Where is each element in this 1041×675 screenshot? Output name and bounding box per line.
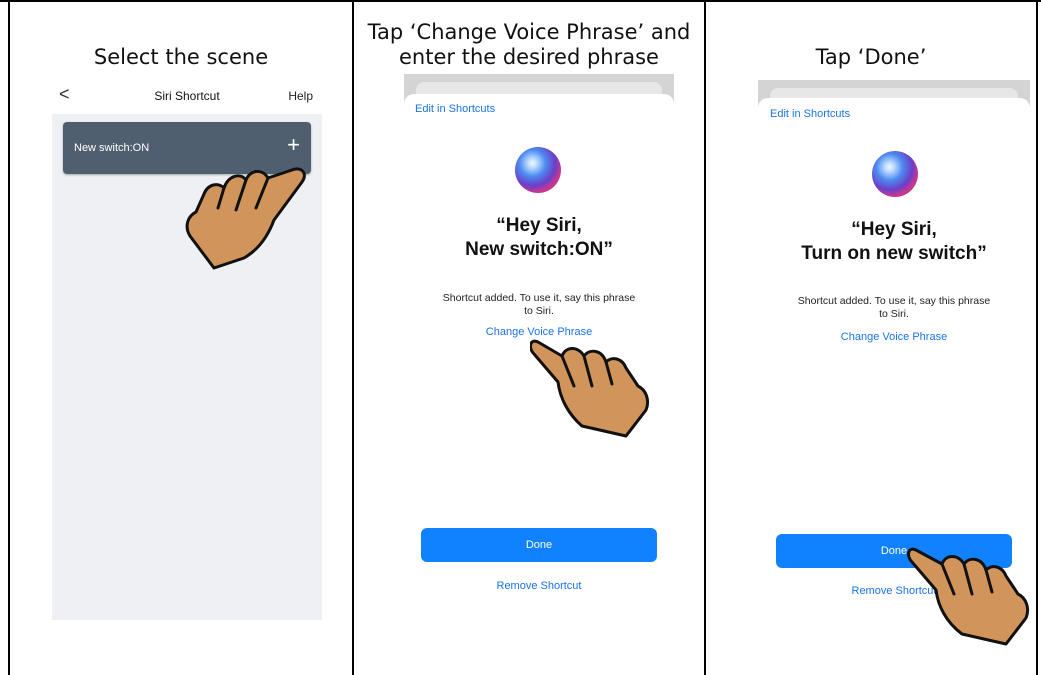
edit-in-shortcuts-link[interactable]: Edit in Shortcuts [770, 108, 850, 120]
add-shortcut-plus-icon[interactable]: + [287, 132, 300, 158]
done-button[interactable]: Done [421, 528, 657, 562]
page-title: Siri Shortcut [154, 89, 220, 103]
pointing-hand-icon [907, 547, 1030, 646]
step2-caption: Tap ‘Change Voice Phrase’ and enter the … [367, 20, 691, 69]
help-link[interactable]: Help [288, 89, 313, 103]
pointing-hand-icon [185, 167, 306, 270]
shortcut-added-text: Shortcut added. To use it, say this phra… [797, 295, 991, 320]
change-voice-phrase-link[interactable]: Change Voice Phrase [758, 331, 1030, 343]
siri-orb-icon [515, 147, 561, 193]
pointing-hand-icon [530, 339, 650, 438]
table-divider-2 [704, 0, 706, 675]
app-header: < Siri Shortcut Help [52, 78, 322, 114]
table-top-border [0, 0, 1041, 2]
remove-shortcut-link[interactable]: Remove Shortcut [404, 580, 674, 592]
table-right-border [1036, 0, 1038, 675]
scene-name: New switch:ON [74, 142, 150, 154]
table-divider-1 [352, 0, 354, 675]
step1-caption: Select the scene [93, 45, 269, 69]
siri-phrase: “Hey Siri, Turn on new switch” [801, 219, 987, 264]
shortcut-added-text: Shortcut added. To use it, say this phra… [442, 292, 636, 317]
table-left-border [8, 0, 10, 675]
siri-orb-icon [872, 151, 918, 197]
siri-phrase: “Hey Siri, New switch:ON” [465, 215, 613, 260]
edit-in-shortcuts-link[interactable]: Edit in Shortcuts [415, 103, 495, 115]
step3-caption: Tap ‘Done’ [815, 45, 927, 69]
